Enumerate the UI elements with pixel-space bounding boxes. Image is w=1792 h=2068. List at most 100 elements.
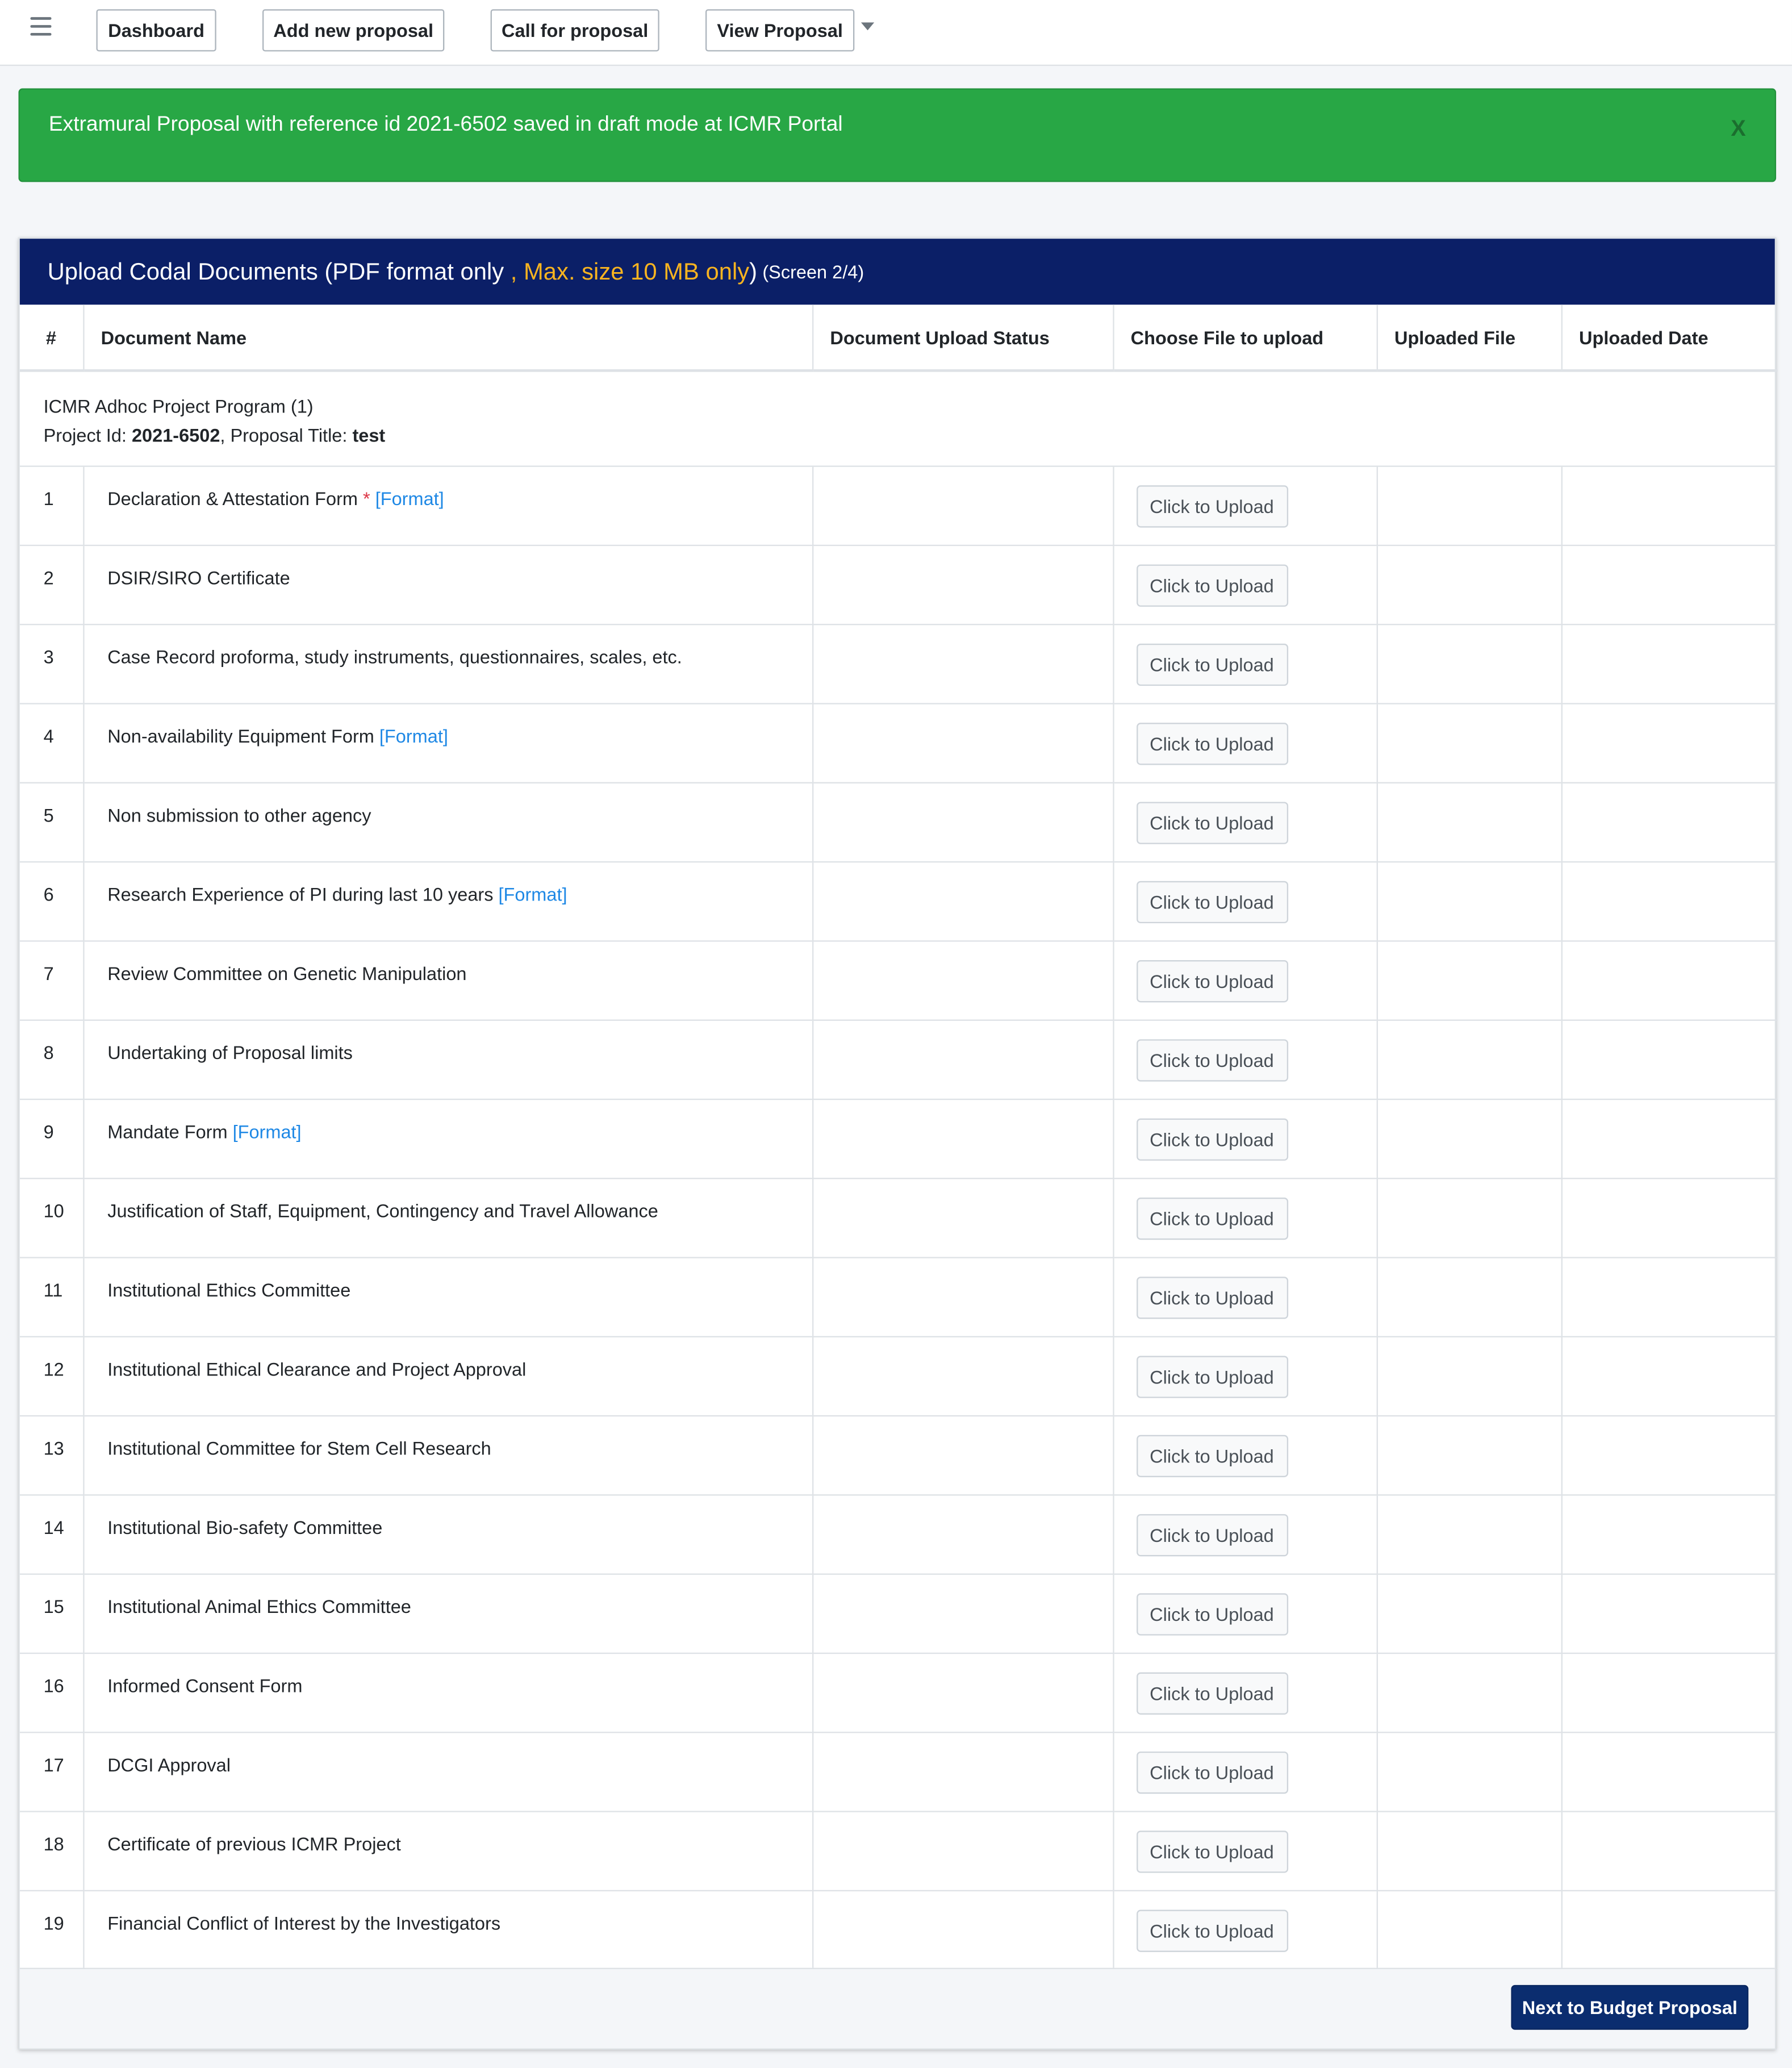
top-navbar: Dashboard Add new proposal Call for prop… [0, 0, 1792, 66]
column-header-document-name: Document Name [83, 305, 813, 372]
row-number: 3 [19, 624, 84, 704]
uploaded-file-cell [1376, 624, 1562, 704]
row-number: 9 [19, 1098, 84, 1179]
upload-status-cell [812, 940, 1114, 1020]
click-to-upload-button[interactable]: Click to Upload [1135, 1039, 1288, 1081]
uploaded-file-cell [1376, 1494, 1562, 1574]
format-link[interactable]: [Format] [379, 725, 448, 746]
upload-status-cell [812, 1019, 1114, 1099]
table-row: 12 Institutional Ethical Clearance and Pr… [19, 1336, 1778, 1416]
click-to-upload-button[interactable]: Click to Upload [1135, 1355, 1288, 1398]
click-to-upload-button[interactable]: Click to Upload [1135, 643, 1288, 686]
row-number: 14 [19, 1494, 84, 1574]
table-row: 5 Non submission to other agency Click to … [19, 782, 1778, 862]
document-name-cell: Financial Conflict of Interest by the In… [83, 1890, 813, 1970]
click-to-upload-button[interactable]: Click to Upload [1135, 1118, 1288, 1160]
upload-status-cell [812, 1178, 1114, 1258]
uploaded-file-cell [1376, 1811, 1562, 1891]
uploaded-date-cell [1561, 465, 1778, 545]
document-name: Institutional Ethics Committee [107, 1278, 351, 1300]
table-row: 18 Certificate of previous ICMR Project Cl… [19, 1811, 1778, 1891]
document-name-cell: Case Record proforma, study instruments,… [83, 624, 813, 704]
choose-file-cell: Click to Upload [1113, 465, 1377, 545]
choose-file-cell: Click to Upload [1113, 1415, 1377, 1495]
uploaded-date-cell [1561, 624, 1778, 704]
column-header-uploaded-file: Uploaded File [1376, 305, 1562, 372]
row-number: 12 [19, 1336, 84, 1416]
click-to-upload-button[interactable]: Click to Upload [1135, 1196, 1288, 1240]
click-to-upload-button[interactable]: Click to Upload [1135, 959, 1288, 1002]
click-to-upload-button[interactable]: Click to Upload [1135, 1671, 1288, 1714]
choose-file-cell: Click to Upload [1113, 1178, 1377, 1258]
program-name: ICMR Adhoc Project Program (1) [43, 395, 314, 417]
project-id: 2021-6502 [131, 424, 220, 446]
success-alert: Extramural Proposal with reference id 20… [18, 88, 1777, 182]
uploaded-file-cell [1376, 1336, 1562, 1416]
screen-indicator: (Screen 2/4) [762, 261, 864, 282]
row-number: 10 [19, 1178, 84, 1258]
document-name-cell: Declaration & Attestation Form * [Format… [83, 465, 813, 545]
document-name-cell: Research Experience of PI during last 10… [83, 861, 813, 941]
project-info-line: Project Id: 2021-6502, Proposal Title: t… [44, 421, 1778, 450]
document-name-cell: Review Committee on Genetic Manipulation [83, 940, 813, 1020]
document-name-cell: Certificate of previous ICMR Project [83, 1811, 813, 1891]
alert-close-button[interactable]: X [1731, 116, 1745, 142]
click-to-upload-button[interactable]: Click to Upload [1135, 485, 1288, 527]
card-title-separator: , [504, 257, 524, 285]
document-name: DCGI Approval [107, 1753, 231, 1775]
uploaded-file-cell [1376, 465, 1562, 545]
format-link[interactable]: [Format] [233, 1120, 302, 1141]
click-to-upload-button[interactable]: Click to Upload [1135, 880, 1288, 923]
choose-file-cell: Click to Upload [1113, 940, 1377, 1020]
format-link[interactable]: [Format] [499, 883, 567, 904]
click-to-upload-button[interactable]: Click to Upload [1135, 1276, 1288, 1319]
format-link[interactable]: [Format] [375, 487, 444, 508]
table-row: 7 Review Committee on Genetic Manipulatio… [19, 940, 1778, 1020]
click-to-upload-button[interactable]: Click to Upload [1135, 1909, 1288, 1952]
column-header-uploaded-date: Uploaded Date [1561, 305, 1778, 372]
alert-message: Extramural Proposal with reference id 20… [48, 113, 843, 136]
upload-status-cell [812, 1336, 1114, 1416]
next-to-budget-proposal-button[interactable]: Next to Budget Proposal [1511, 1984, 1749, 2030]
call-for-proposal-button[interactable]: Call for proposal [490, 9, 659, 52]
click-to-upload-button[interactable]: Click to Upload [1135, 1830, 1288, 1873]
click-to-upload-button[interactable]: Click to Upload [1135, 1513, 1288, 1556]
upload-status-cell [812, 703, 1114, 783]
document-name: Non submission to other agency [107, 803, 371, 825]
documents-table: # Document Name Document Upload Status C… [19, 305, 1778, 1970]
click-to-upload-button[interactable]: Click to Upload [1135, 801, 1288, 844]
document-name-cell: Institutional Bio-safety Committee [83, 1494, 813, 1574]
dashboard-button[interactable]: Dashboard [96, 9, 216, 52]
chevron-down-icon[interactable] [860, 21, 876, 34]
table-row: 17 DCGI Approval Click to Upload [19, 1732, 1778, 1812]
table-header-row: # Document Name Document Upload Status C… [19, 305, 1778, 372]
document-name: Certificate of previous ICMR Project [107, 1832, 401, 1854]
row-number: 4 [19, 703, 84, 783]
choose-file-cell: Click to Upload [1113, 624, 1377, 704]
hamburger-menu-icon[interactable] [30, 17, 52, 36]
table-row: 4 Non-availability Equipment Form [Format… [19, 703, 1778, 783]
add-new-proposal-button[interactable]: Add new proposal [262, 9, 445, 52]
uploaded-file-cell [1376, 544, 1562, 625]
project-id-label: Project Id: [43, 424, 132, 446]
document-name-cell: Non submission to other agency [83, 782, 813, 862]
uploaded-date-cell [1561, 703, 1778, 783]
document-name: Informed Consent Form [107, 1674, 303, 1696]
card-title: Upload Codal Documents (PDF format only [47, 257, 504, 285]
click-to-upload-button[interactable]: Click to Upload [1135, 722, 1288, 765]
uploaded-file-cell [1376, 940, 1562, 1020]
document-name-cell: Institutional Ethics Committee [83, 1257, 813, 1337]
click-to-upload-button[interactable]: Click to Upload [1135, 1592, 1288, 1635]
table-row: 13 Institutional Committee for Stem Cell … [19, 1415, 1778, 1495]
table-row: 10 Justification of Staff, Equipment, Con… [19, 1178, 1778, 1258]
uploaded-date-cell [1561, 1732, 1778, 1812]
click-to-upload-button[interactable]: Click to Upload [1135, 1750, 1288, 1794]
document-name-cell: DSIR/SIRO Certificate [83, 544, 813, 625]
upload-status-cell [812, 1257, 1114, 1337]
uploaded-date-cell [1561, 940, 1778, 1020]
view-proposal-button[interactable]: View Proposal [705, 9, 855, 52]
document-name-cell: Institutional Animal Ethics Committee [83, 1573, 813, 1654]
upload-status-cell [812, 1573, 1114, 1654]
click-to-upload-button[interactable]: Click to Upload [1135, 564, 1288, 606]
click-to-upload-button[interactable]: Click to Upload [1135, 1434, 1288, 1477]
